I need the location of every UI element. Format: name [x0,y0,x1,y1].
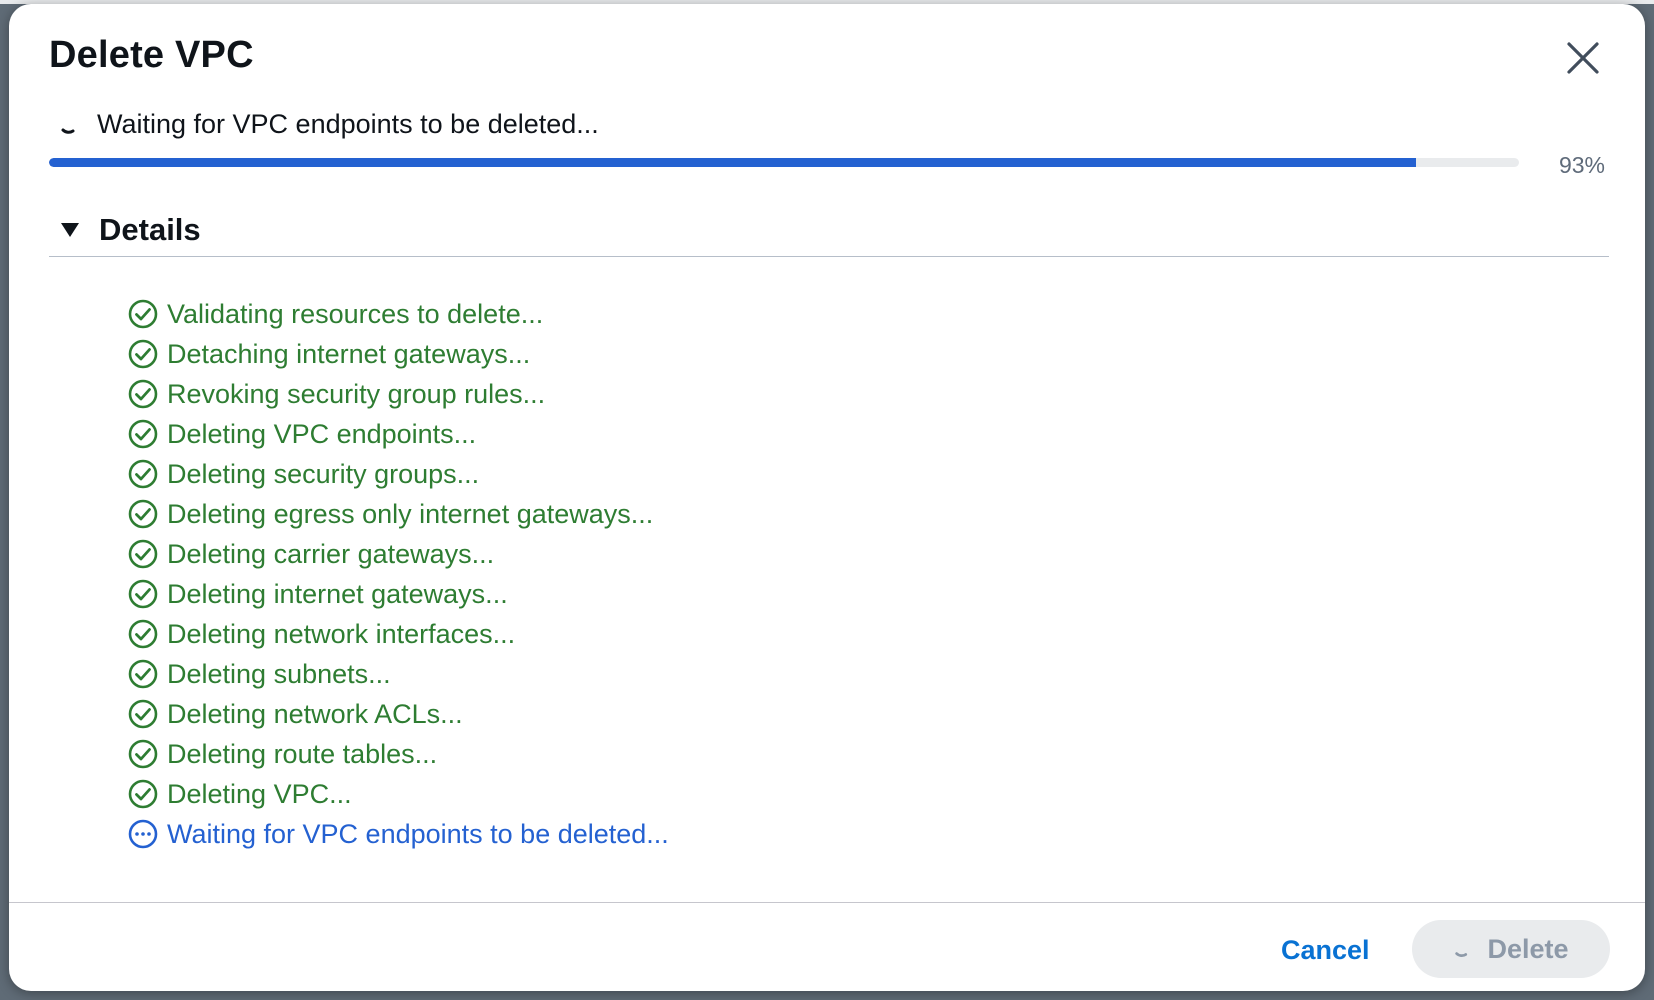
step-label: Deleting VPC... [167,778,352,809]
step-item: Deleting network interfaces... [127,614,669,654]
step-item: Deleting internet gateways... [127,574,669,614]
check-circle-icon [128,779,158,809]
step-list: Validating resources to delete... Detachi… [127,294,669,854]
step-item: Deleting network ACLs... [127,694,669,734]
check-circle-icon [128,459,158,489]
step-label: Validating resources to delete... [167,298,544,329]
step-item: Revoking security group rules... [127,374,669,414]
check-circle-icon [128,539,158,569]
progress-percent: 93% [1558,152,1605,178]
step-label: Deleting VPC endpoints... [167,418,477,449]
close-icon [1567,42,1599,74]
step-label: Deleting subnets... [167,658,391,689]
details-toggle[interactable]: Details [59,212,201,248]
step-item: Deleting VPC endpoints... [127,414,669,454]
close-button[interactable] [1563,38,1603,78]
step-item: Validating resources to delete... [127,294,669,334]
status-row: Waiting for VPC endpoints to be deleted.… [59,109,599,140]
details-divider [49,256,1609,257]
step-label: Deleting route tables... [167,738,438,769]
step-label: Deleting internet gateways... [167,578,508,609]
step-item: Deleting subnets... [127,654,669,694]
check-circle-icon [128,619,158,649]
step-label: Revoking security group rules... [167,378,546,409]
check-circle-icon [128,579,158,609]
status-text: Waiting for VPC endpoints to be deleted.… [97,109,599,139]
spinner-icon [1455,952,1468,957]
check-circle-icon [128,379,158,409]
step-label: Deleting network interfaces... [167,618,516,649]
in-progress-icon [128,819,158,849]
check-circle-icon [128,339,158,369]
step-label: Deleting security groups... [167,458,480,489]
footer-divider [9,902,1645,903]
check-circle-icon [128,699,158,729]
step-label: Deleting network ACLs... [167,698,463,729]
step-label: Detaching internet gateways... [167,338,531,369]
delete-button[interactable]: Delete [1412,920,1610,978]
check-circle-icon [128,739,158,769]
check-circle-icon [128,419,158,449]
step-item: Deleting route tables... [127,734,669,774]
step-item: Deleting VPC... [127,774,669,814]
check-circle-icon [128,659,158,689]
delete-vpc-dialog: Delete VPC Waiting for VPC endpoints to … [9,4,1645,991]
dialog-title: Delete VPC [49,34,254,76]
check-circle-icon [128,499,158,529]
step-label: Deleting egress only internet gateways..… [167,498,654,529]
step-label: Deleting carrier gateways... [167,538,495,569]
delete-button-label: Delete [1487,933,1569,964]
step-item: Waiting for VPC endpoints to be deleted.… [127,814,669,854]
progress-bar [49,158,1519,167]
step-item: Deleting carrier gateways... [127,534,669,574]
step-item: Deleting egress only internet gateways..… [127,494,669,534]
cancel-button[interactable]: Cancel [1265,922,1386,978]
check-circle-icon [128,299,158,329]
step-label: Waiting for VPC endpoints to be deleted.… [167,818,669,849]
step-item: Detaching internet gateways... [127,334,669,374]
spinner-icon [61,128,75,134]
caret-down-icon [61,223,79,237]
step-item: Deleting security groups... [127,454,669,494]
details-label: Details [99,212,201,247]
progress-bar-fill [49,158,1417,167]
